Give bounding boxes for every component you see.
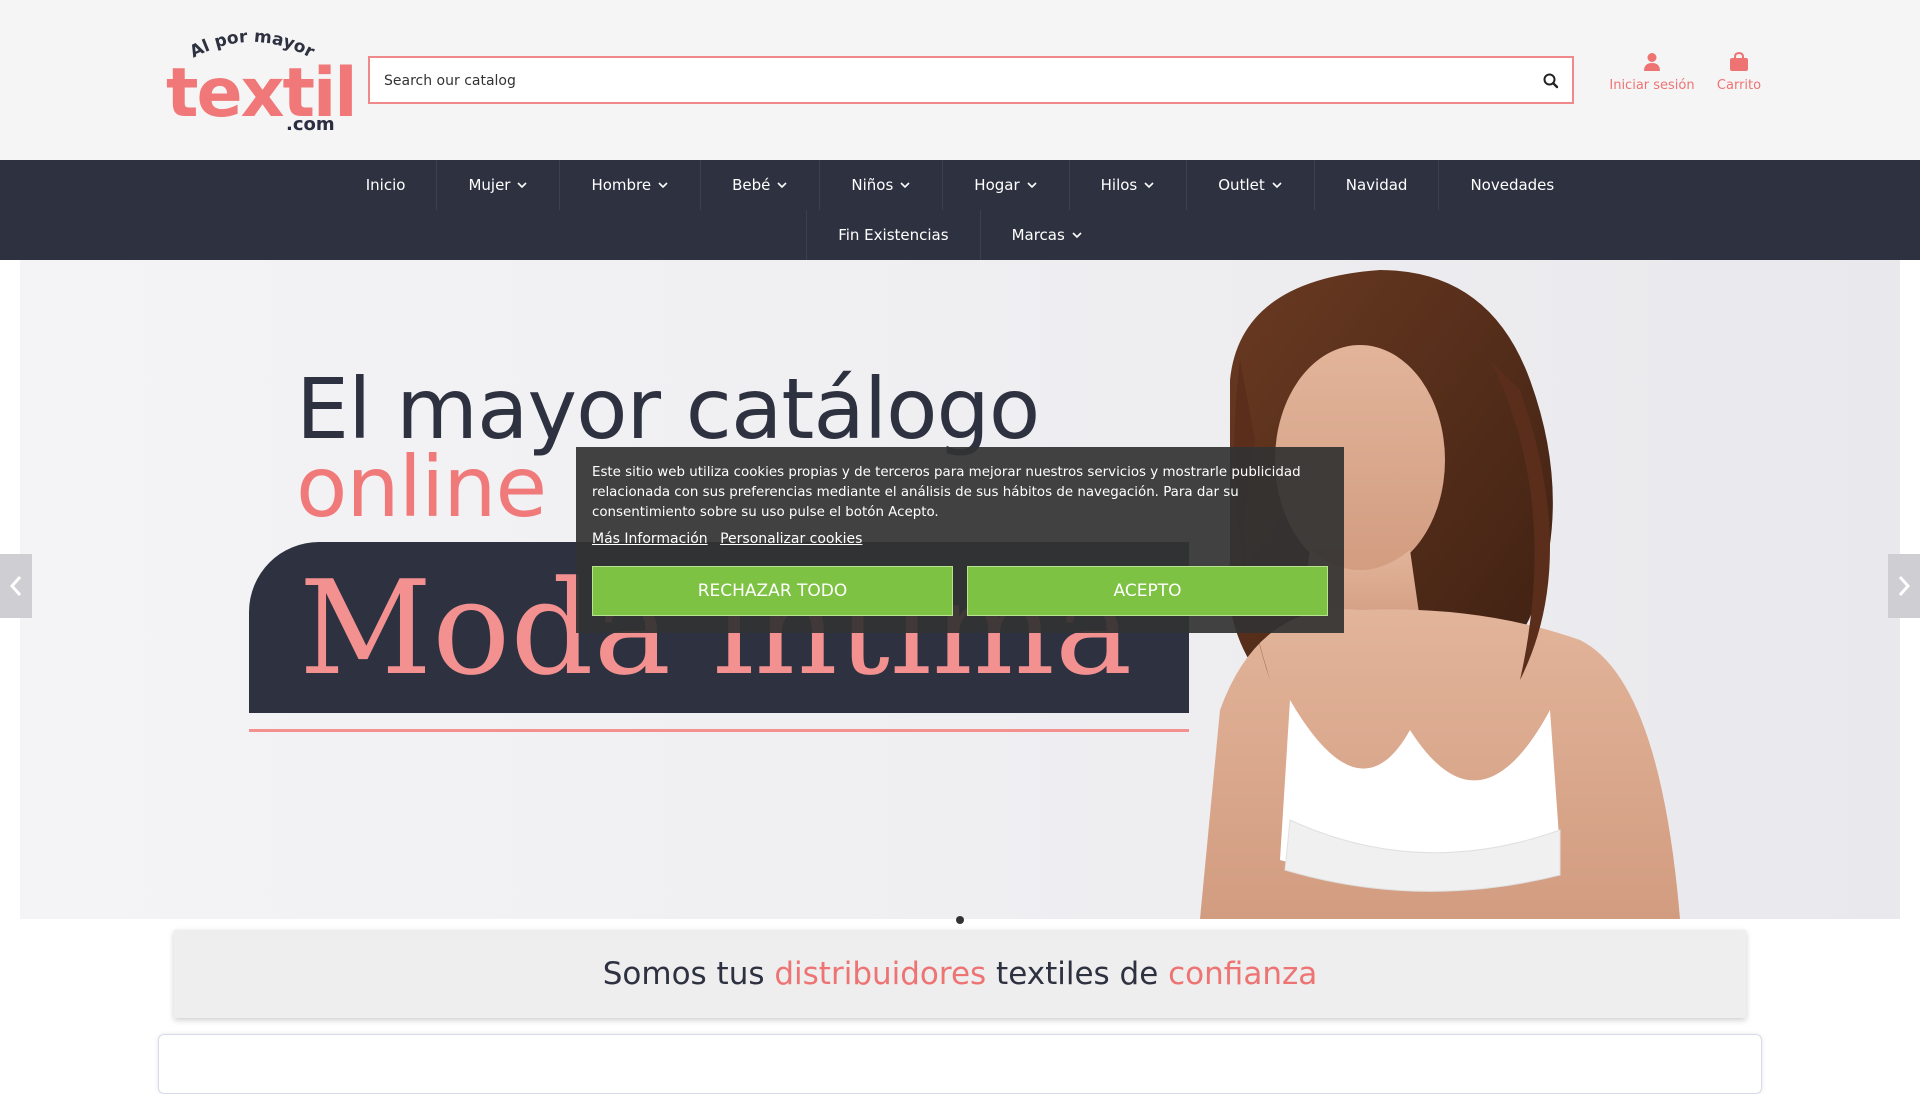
nav-item-novedades[interactable]: Novedades xyxy=(1438,160,1585,210)
nav-item-label: Novedades xyxy=(1470,176,1555,194)
nav-item-outlet[interactable]: Outlet xyxy=(1186,160,1313,210)
tagline-banner: Somos tus distribuidores textiles de con… xyxy=(174,930,1746,1018)
chevron-down-icon xyxy=(1027,182,1037,189)
site-logo[interactable]: Al por mayor textil .com xyxy=(166,26,358,136)
nav-item-label: Niños xyxy=(851,176,894,194)
nav-item-hilos[interactable]: Hilos xyxy=(1068,160,1187,210)
search-button[interactable] xyxy=(1540,70,1562,92)
nav-row-secondary: Fin Existencias Marcas xyxy=(0,210,1920,260)
chevron-down-icon xyxy=(1272,182,1282,189)
tagline-part-1: Somos tus xyxy=(602,956,775,992)
nav-item-marcas[interactable]: Marcas xyxy=(979,210,1114,260)
nav-item-label: Marcas xyxy=(1011,226,1065,244)
nav-item-label: Fin Existencias xyxy=(838,226,949,244)
tagline-highlight-2: confianza xyxy=(1168,956,1318,992)
hero-subheadline: online xyxy=(296,438,547,536)
chevron-down-icon xyxy=(777,182,787,189)
search-box xyxy=(368,56,1574,104)
nav-item-fin-existencias[interactable]: Fin Existencias xyxy=(806,210,979,260)
shopping-bag-icon xyxy=(1730,52,1748,71)
login-label: Iniciar sesión xyxy=(1609,78,1695,93)
nav-item-hogar[interactable]: Hogar xyxy=(942,160,1068,210)
chevron-down-icon xyxy=(1144,182,1154,189)
chevron-left-icon xyxy=(9,576,22,596)
tagline-highlight-1: distribuidores xyxy=(774,956,987,992)
chevron-down-icon xyxy=(658,182,668,189)
nav-item-navidad[interactable]: Navidad xyxy=(1313,160,1439,210)
nav-item-label: Hilos xyxy=(1100,176,1138,194)
chevron-right-icon xyxy=(1898,576,1911,596)
hero-underline xyxy=(249,729,1189,732)
cookie-banner: Este sitio web utiliza cookies propias y… xyxy=(576,447,1344,633)
login-link[interactable]: Iniciar sesión xyxy=(1606,52,1698,104)
content-card xyxy=(158,1034,1762,1094)
nav-item-bebé[interactable]: Bebé xyxy=(700,160,819,210)
nav-item-mujer[interactable]: Mujer xyxy=(436,160,559,210)
nav-item-niños[interactable]: Niños xyxy=(819,160,942,210)
accept-button[interactable]: ACEPTO xyxy=(967,566,1328,616)
reject-all-button[interactable]: RECHAZAR TODO xyxy=(592,566,953,616)
nav-item-label: Mujer xyxy=(468,176,511,194)
nav-item-label: Outlet xyxy=(1218,176,1265,194)
tagline-part-2: textiles de xyxy=(986,956,1169,992)
search-icon xyxy=(1543,73,1559,89)
chevron-down-icon xyxy=(517,182,528,189)
nav-item-label: Hombre xyxy=(591,176,652,194)
cookie-message: Este sitio web utiliza cookies propias y… xyxy=(592,465,1301,520)
nav-item-label: Hogar xyxy=(974,176,1020,194)
customize-cookies-link[interactable]: Personalizar cookies xyxy=(720,531,862,547)
chevron-down-icon xyxy=(900,182,910,189)
cart-label: Carrito xyxy=(1716,78,1762,93)
user-icon xyxy=(1644,53,1660,71)
slider-dot-1[interactable] xyxy=(956,916,964,924)
nav-item-inicio[interactable]: Inicio xyxy=(335,160,437,210)
slider-next-button[interactable] xyxy=(1888,554,1920,618)
nav-row-primary: Inicio Mujer Hombre Bebé Niños Hogar Hilos Outl… xyxy=(0,160,1920,210)
more-info-link[interactable]: Más Información xyxy=(592,531,708,547)
chevron-down-icon xyxy=(1072,232,1082,239)
nav-item-label: Bebé xyxy=(732,176,771,194)
logo-suffix: .com xyxy=(286,114,335,135)
cart-link[interactable]: Carrito xyxy=(1704,52,1774,104)
nav-item-label: Inicio xyxy=(365,176,406,194)
main-navigation: Inicio Mujer Hombre Bebé Niños Hogar Hilos Outl… xyxy=(0,160,1920,260)
site-header: Al por mayor textil .com Iniciar sesión … xyxy=(0,0,1920,160)
slider-prev-button[interactable] xyxy=(0,554,32,618)
search-input[interactable] xyxy=(384,70,1504,92)
nav-item-label: Navidad xyxy=(1345,176,1408,194)
nav-item-hombre[interactable]: Hombre xyxy=(559,160,700,210)
